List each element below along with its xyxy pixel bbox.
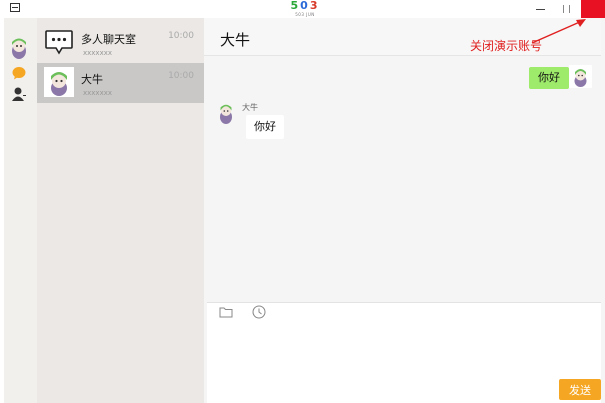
conversation-time: 10:00 bbox=[168, 31, 194, 41]
logo-digit-3: 3 bbox=[309, 0, 320, 12]
folder-icon[interactable] bbox=[219, 306, 233, 318]
clock-icon[interactable] bbox=[252, 305, 266, 319]
avatar-icon bbox=[44, 67, 74, 97]
conversation-item-daniu[interactable]: 大牛 10:00 xxxxxxx bbox=[37, 63, 204, 103]
window-menu-icon[interactable] bbox=[10, 3, 20, 12]
chat-panel: 大牛 关闭演示账号 你好 大牛 你好 发送 bbox=[204, 18, 605, 403]
logo-digit-1: 5 bbox=[290, 0, 301, 12]
outgoing-message: 你好 bbox=[529, 67, 574, 89]
conversation-time: 10:00 bbox=[168, 71, 194, 81]
user-avatar-icon[interactable] bbox=[8, 36, 30, 60]
chat-title: 大牛 bbox=[220, 31, 251, 49]
contact-icon[interactable] bbox=[11, 86, 27, 102]
chat-header: 大牛 关闭演示账号 bbox=[204, 18, 601, 56]
annotation-arrow-icon bbox=[531, 19, 586, 44]
conversation-list: 多人聊天室 10:00 xxxxxxx 大牛 10:00 xxxxxxx bbox=[37, 18, 204, 403]
conversation-preview: xxxxxxx bbox=[83, 49, 112, 57]
my-avatar-icon[interactable] bbox=[569, 65, 592, 88]
conversation-name: 大牛 bbox=[81, 73, 103, 86]
sender-name: 大牛 bbox=[242, 103, 258, 112]
conversation-item-group[interactable]: 多人聊天室 10:00 xxxxxxx bbox=[37, 23, 204, 63]
close-button[interactable] bbox=[581, 0, 605, 18]
app-logo: 503 503 JUN bbox=[290, 0, 320, 18]
title-bar: 503 503 JUN bbox=[0, 0, 605, 18]
message-input-area[interactable]: 发送 bbox=[207, 302, 601, 403]
send-button[interactable]: 发送 bbox=[559, 379, 601, 400]
conversation-name: 多人聊天室 bbox=[81, 33, 136, 46]
logo-digit-2: 0 bbox=[300, 0, 310, 12]
logo-subtitle: 503 JUN bbox=[295, 12, 315, 17]
chat-bubble-icon[interactable] bbox=[12, 66, 26, 80]
group-chat-icon bbox=[45, 30, 73, 55]
message-area[interactable]: 你好 大牛 你好 bbox=[204, 57, 601, 302]
nav-sidebar bbox=[4, 18, 37, 403]
conversation-preview: xxxxxxx bbox=[83, 89, 112, 97]
minimize-button[interactable] bbox=[534, 3, 548, 15]
maximize-button[interactable] bbox=[561, 3, 573, 15]
incoming-message: 你好 bbox=[246, 115, 284, 139]
sender-avatar-icon[interactable] bbox=[216, 102, 236, 124]
